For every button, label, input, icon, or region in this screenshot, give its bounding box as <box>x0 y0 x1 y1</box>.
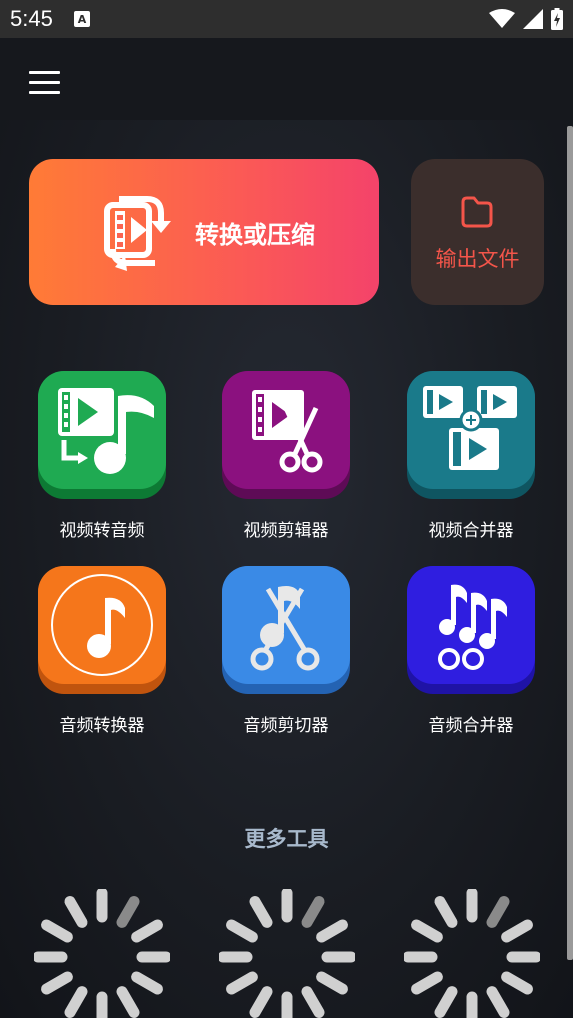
output-files-button[interactable]: 输出文件 <box>411 159 544 305</box>
convert-or-compress-button[interactable]: 转换或压缩 <box>29 159 379 305</box>
folder-icon <box>461 196 493 228</box>
tool-label: 音频合并器 <box>428 716 514 736</box>
spinner-spoke <box>64 896 88 928</box>
spinner-spoke <box>116 986 140 1018</box>
tool-tile <box>222 371 350 499</box>
notification-icon: A <box>74 11 90 27</box>
spinner-spoke <box>316 971 348 995</box>
tool-label: 音频转换器 <box>59 716 145 736</box>
spinner-spoke <box>131 971 163 995</box>
loading-spinner-icon <box>219 889 355 1018</box>
spinner-spoke <box>411 971 443 995</box>
tool-label: 视频转音频 <box>59 521 145 541</box>
tool-audio-merger[interactable]: 音频合并器 <box>381 566 561 736</box>
spinner-spoke <box>131 919 163 943</box>
spinner-spoke <box>501 971 533 995</box>
output-files-label: 输出文件 <box>435 247 520 271</box>
video-editor-icon <box>252 390 323 473</box>
tool-label: 视频合并器 <box>428 521 514 541</box>
audio-merger-icon <box>438 584 507 670</box>
convert-video-icon <box>104 196 171 271</box>
spinner-spoke <box>301 896 325 928</box>
signal-icon <box>523 9 543 29</box>
spinner-spoke <box>226 919 258 943</box>
app-bar <box>0 38 573 120</box>
spinner-spoke <box>434 896 458 928</box>
tool-tile <box>222 566 350 694</box>
spinner-spoke <box>434 986 458 1018</box>
spinner-spoke <box>486 986 510 1018</box>
spinner-spoke <box>41 919 73 943</box>
spinner-spoke <box>64 986 88 1018</box>
spinner-spoke <box>486 896 510 928</box>
tool-tile <box>407 566 535 694</box>
status-icons <box>489 8 563 30</box>
audio-converter-icon <box>51 574 153 676</box>
spinner-spoke <box>41 971 73 995</box>
video-to-audio-icon <box>58 388 154 474</box>
spinner-spoke <box>411 919 443 943</box>
tool-tile <box>407 371 535 499</box>
spinner-spoke <box>116 896 140 928</box>
tool-tile <box>38 371 166 499</box>
tool-video-editor[interactable]: 视频剪辑器 <box>196 371 376 541</box>
loading-spinner-icon <box>34 889 170 1018</box>
wifi-icon <box>489 9 515 28</box>
status-bar: 5:45 A <box>0 0 573 38</box>
hamburger-menu-icon[interactable] <box>29 71 60 94</box>
spinner-spoke <box>226 971 258 995</box>
loading-spinner-icon <box>404 889 540 1018</box>
tool-video-to-audio[interactable]: 视频转音频 <box>12 371 192 541</box>
spinner-spoke <box>249 896 273 928</box>
spinner-spoke <box>301 986 325 1018</box>
convert-or-compress-label: 转换或压缩 <box>195 221 315 249</box>
status-time: 5:45 <box>10 6 53 31</box>
video-merger-icon <box>423 386 517 470</box>
audio-cutter-icon <box>250 586 320 671</box>
more-tools-title: 更多工具 <box>244 827 329 851</box>
tool-video-merger[interactable]: 视频合并器 <box>381 371 561 541</box>
tool-label: 视频剪辑器 <box>243 521 329 541</box>
battery-charging-icon <box>551 8 563 30</box>
spinner-spoke <box>501 919 533 943</box>
tool-audio-cutter[interactable]: 音频剪切器 <box>196 566 376 736</box>
tool-tile <box>38 566 166 694</box>
tool-label: 音频剪切器 <box>243 716 329 736</box>
tool-audio-converter[interactable]: 音频转换器 <box>12 566 192 736</box>
spinner-spoke <box>249 986 273 1018</box>
spinner-spoke <box>316 919 348 943</box>
